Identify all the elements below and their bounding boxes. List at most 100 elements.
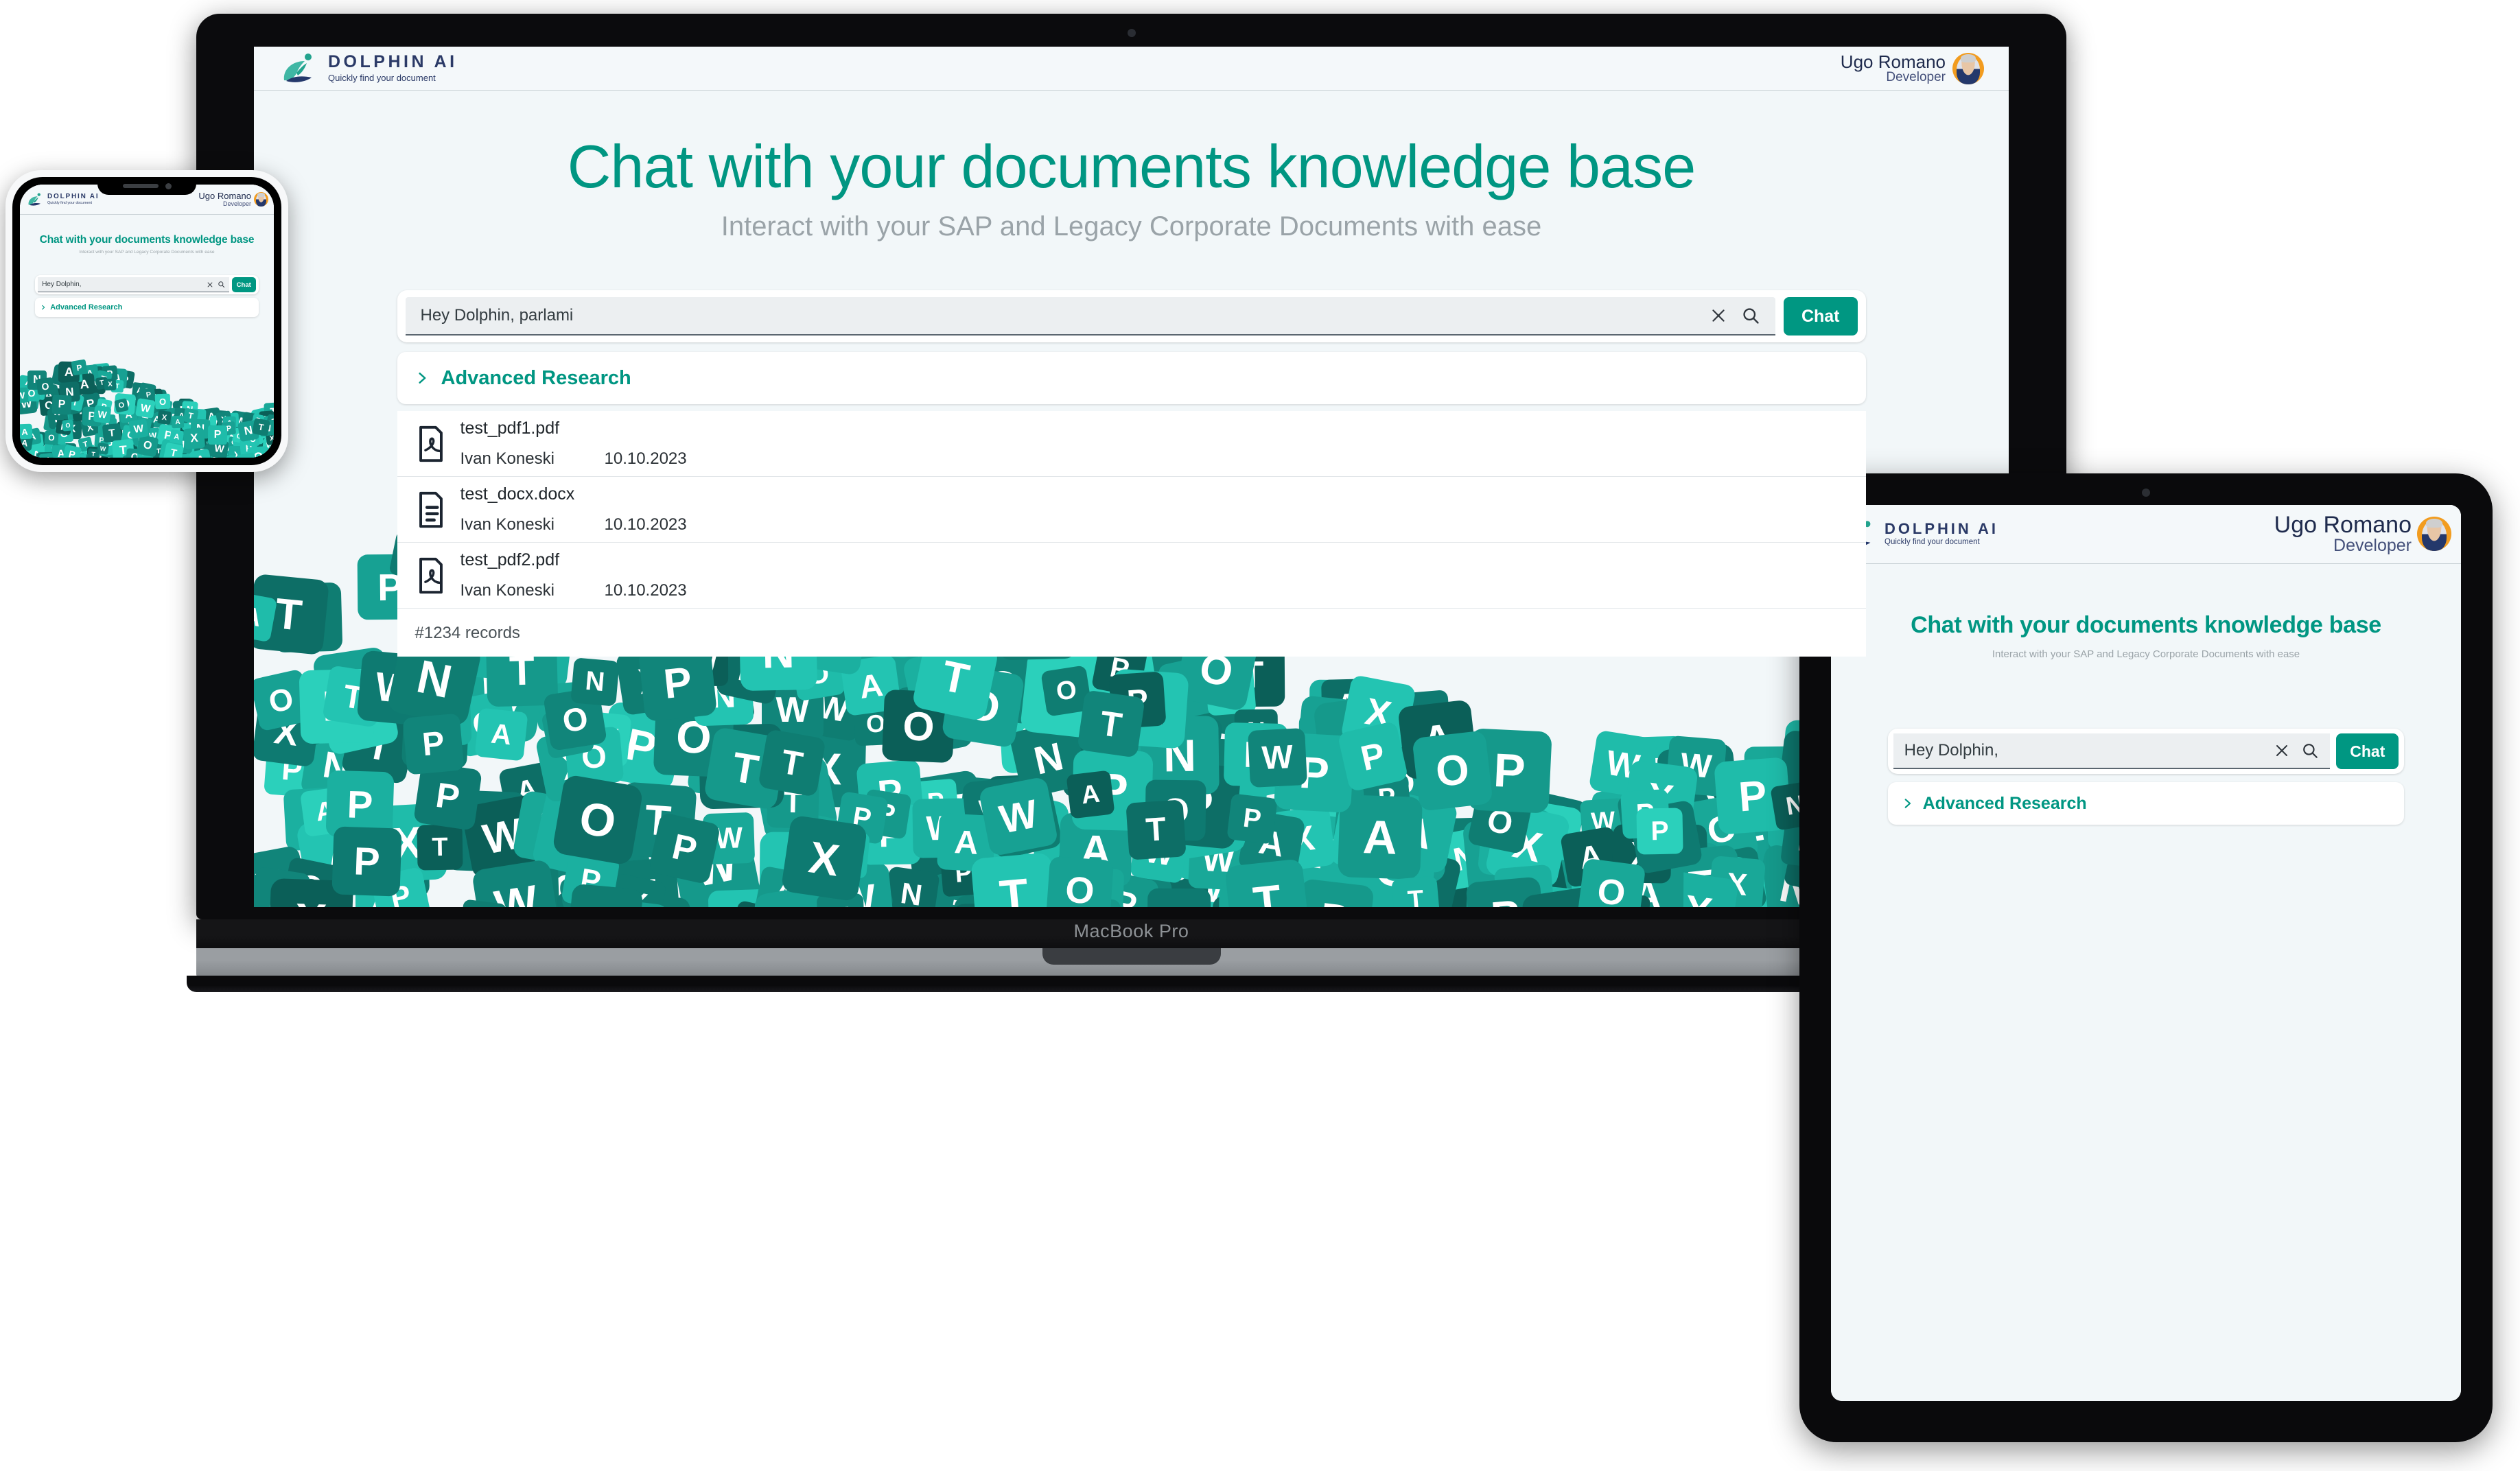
document-tile: A: [170, 429, 185, 445]
close-icon[interactable]: [1710, 307, 1727, 325]
chevron-right-icon: [40, 304, 46, 311]
document-tile: P: [71, 359, 87, 375]
phone-notch: [97, 177, 196, 195]
tablet-camera-icon: [2142, 489, 2150, 497]
advanced-research-label: Advanced Research: [1923, 794, 2087, 814]
table-row[interactable]: test_pdf1.pdf Ivan Koneski 10.10.2023: [397, 411, 1866, 477]
document-tile: T: [1125, 799, 1186, 860]
document-tile: O: [36, 377, 54, 395]
app-phone: DOLPHIN AI Quickly find your document Ug…: [20, 185, 274, 458]
user-profile[interactable]: Ugo Romano Developer: [2274, 513, 2451, 554]
laptop-hinge-notch: [1042, 948, 1221, 965]
avatar[interactable]: [2417, 517, 2451, 551]
search-card: Hey Dolphin, Chat: [35, 275, 259, 294]
laptop-model-label: MacBook Pro: [196, 921, 2066, 942]
search-input-value: Hey Dolphin,: [1904, 741, 2263, 760]
search-input-value: Hey Dolphin, parlami: [421, 306, 1696, 325]
search-icon[interactable]: [218, 281, 225, 288]
file-author: Ivan Koneski: [460, 515, 605, 534]
dolphin-logo-icon: [27, 193, 45, 207]
advanced-research-toggle[interactable]: Advanced Research: [1888, 782, 2405, 825]
search-card: Hey Dolphin, parlami Chat: [397, 290, 1866, 342]
user-role: Developer: [2333, 537, 2412, 555]
brand-tagline: Quickly find your document: [1885, 538, 1998, 548]
user-role: Developer: [223, 201, 251, 207]
chat-button[interactable]: Chat: [232, 277, 256, 292]
user-name: Ugo Romano: [198, 191, 251, 200]
close-icon[interactable]: [207, 281, 213, 288]
document-tile: T: [183, 408, 198, 423]
hero-section: Chat with your documents knowledge base …: [20, 215, 274, 255]
table-row-meta: test_docx.docx Ivan Koneski 10.10.2023: [460, 484, 687, 534]
phone-speaker-icon: [123, 184, 159, 188]
brand-text: DOLPHIN AI Quickly find your document: [1885, 521, 1998, 548]
search-input[interactable]: Hey Dolphin, parlami: [406, 297, 1775, 336]
document-tile: T: [252, 418, 270, 436]
document-tiles-wave: TPPPPPAAAOTWPTOAOOXXOTAPAPPXPAAPOPNAAWPO…: [20, 348, 274, 458]
laptop-screen: DOLPHIN AI Quickly find your document Ug…: [254, 47, 2009, 907]
chevron-right-icon: [1902, 796, 1913, 811]
document-tile: X: [104, 379, 116, 390]
close-icon[interactable]: [2274, 742, 2290, 759]
search-input[interactable]: Hey Dolphin,: [38, 277, 229, 292]
pdf-file-icon: [415, 556, 447, 596]
brand-name: DOLPHIN AI: [47, 193, 99, 200]
hero-section: Chat with your documents knowledge base …: [254, 91, 2009, 242]
avatar[interactable]: [1952, 53, 1984, 84]
app-body-phone: Chat with your documents knowledge base …: [20, 215, 274, 458]
document-tile: A: [172, 416, 185, 429]
advanced-research-toggle[interactable]: Advanced Research: [397, 352, 1866, 404]
file-name: test_docx.docx: [460, 484, 687, 504]
document-tile: W: [978, 776, 1058, 856]
dolphin-logo-icon: [280, 53, 321, 84]
search-input[interactable]: Hey Dolphin,: [1893, 733, 2331, 769]
document-tile: A: [1066, 770, 1115, 819]
page-subtitle: Interact with your SAP and Legacy Corpor…: [20, 250, 274, 255]
file-name: test_pdf2.pdf: [460, 550, 687, 570]
app-body-laptop: Chat with your documents knowledge base …: [254, 91, 2009, 907]
chat-button[interactable]: Chat: [1784, 297, 1858, 336]
document-tile: N: [570, 657, 620, 707]
user-profile[interactable]: Ugo Romano Developer: [1841, 53, 1984, 84]
pdf-file-icon: [415, 424, 447, 464]
search-panel: Hey Dolphin, Chat Advanced Research: [1888, 729, 2405, 825]
user-text: Ugo Romano Developer: [1841, 53, 1946, 84]
document-tile: T: [1391, 875, 1440, 907]
file-author: Ivan Koneski: [460, 449, 605, 469]
phone-camera-icon: [165, 183, 172, 189]
document-tile: O: [552, 774, 644, 866]
document-tile: W: [93, 405, 112, 424]
chat-button[interactable]: Chat: [2336, 733, 2399, 769]
user-text: Ugo Romano Developer: [198, 191, 251, 207]
search-panel: Hey Dolphin, Chat Advanced Research: [35, 275, 259, 317]
brand-tagline: Quickly find your document: [328, 73, 458, 84]
document-tile: P: [402, 713, 464, 775]
search-card: Hey Dolphin, Chat: [1888, 729, 2405, 774]
page-title: Chat with your documents knowledge base: [20, 234, 274, 246]
table-row[interactable]: test_pdf2.pdf Ivan Koneski 10.10.2023: [397, 543, 1866, 609]
brand-name: DOLPHIN AI: [1885, 521, 1998, 537]
file-submeta: Ivan Koneski 10.10.2023: [460, 581, 687, 600]
brand-text: DOLPHIN AI Quickly find your document: [47, 193, 99, 205]
document-tile: A: [1338, 795, 1423, 880]
brand-name: DOLPHIN AI: [328, 54, 458, 71]
document-tile: T: [970, 852, 1058, 907]
brand-text: DOLPHIN AI Quickly find your document: [328, 54, 458, 84]
search-icon[interactable]: [2301, 742, 2319, 760]
document-tile: O: [114, 398, 128, 412]
user-text: Ugo Romano Developer: [2274, 513, 2412, 554]
document-tile: X: [157, 410, 172, 425]
search-input-value: Hey Dolphin,: [42, 281, 202, 288]
hero-section: Chat with your documents knowledge base …: [1831, 564, 2461, 660]
page-title: Chat with your documents knowledge base: [254, 132, 2009, 202]
brand[interactable]: DOLPHIN AI Quickly find your document: [280, 53, 458, 84]
advanced-research-toggle[interactable]: Advanced Research: [35, 298, 259, 317]
search-icon[interactable]: [1741, 306, 1760, 325]
user-role: Developer: [1886, 71, 1946, 84]
document-tile: P: [648, 812, 721, 884]
screenshot-stage: DOLPHIN AI Quickly find your document Ug…: [0, 0, 2520, 1471]
brand[interactable]: DOLPHIN AI Quickly find your document: [27, 193, 99, 207]
document-tile: X: [781, 815, 868, 902]
brand-tagline: Quickly find your document: [47, 201, 99, 205]
table-row[interactable]: test_docx.docx Ivan Koneski 10.10.2023: [397, 477, 1866, 543]
